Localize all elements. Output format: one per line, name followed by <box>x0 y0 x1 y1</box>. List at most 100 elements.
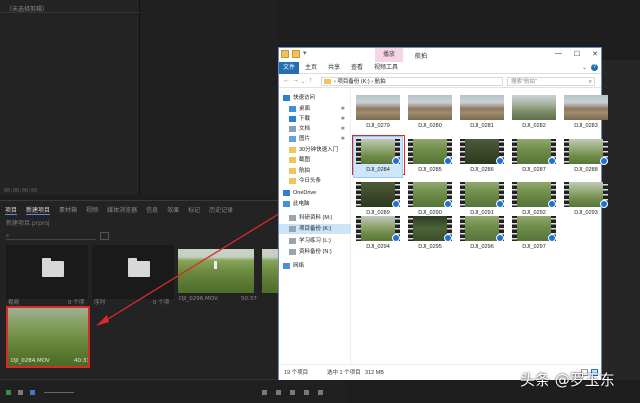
file-name: DJI_0296 <box>470 244 494 250</box>
media-player-icon <box>496 157 504 165</box>
media-player-icon <box>600 200 608 208</box>
path-segment-drive[interactable]: 项目备份 (K:) <box>337 79 369 85</box>
file-item[interactable]: DJI_0297 <box>510 214 558 254</box>
nav-item[interactable]: 30分钟快速入门 <box>279 145 351 155</box>
search-placeholder: 搜索"航拍" <box>511 79 537 85</box>
search-input[interactable]: 搜索"航拍" ⌕ <box>507 77 595 86</box>
file-item[interactable]: DJI_0296 <box>458 214 506 254</box>
media-player-icon <box>548 234 556 242</box>
nav-item[interactable]: 项目备份 (K:) <box>279 224 351 234</box>
nav-item[interactable]: 资料备份 (N:) <box>279 247 351 257</box>
file-name: DJI_0288 <box>574 167 598 173</box>
search-icon: ⌕ <box>588 79 592 85</box>
close-button[interactable]: ✕ <box>592 50 598 58</box>
nav-item[interactable]: 学习练习 (L:) <box>279 236 351 246</box>
status-selected: 选中 1 个项目 <box>327 370 361 376</box>
nav-item[interactable]: 图片 ✱ <box>279 134 351 144</box>
file-tab[interactable]: 文件 <box>279 62 299 74</box>
computer-icon <box>283 201 290 207</box>
file-item[interactable]: DJI_0295 <box>406 214 454 254</box>
file-name: DJI_0281 <box>470 123 494 129</box>
drive-icon <box>289 226 296 232</box>
download-icon <box>289 116 296 122</box>
nav-item[interactable]: 桌面 ✱ <box>279 104 351 114</box>
file-item[interactable]: DJI_0283 <box>562 93 610 133</box>
media-player-icon <box>496 200 504 208</box>
media-player-icon <box>392 234 400 242</box>
nav-item[interactable]: 航拍 <box>279 166 351 176</box>
file-name: DJI_0282 <box>522 123 546 129</box>
watermark: 头条 @罗玉东 <box>520 371 615 389</box>
file-item[interactable]: DJI_0293 <box>562 180 610 220</box>
media-player-icon <box>496 234 504 242</box>
file-item[interactable]: DJI_0281 <box>458 93 506 133</box>
file-item[interactable]: DJI_0279 <box>354 93 402 133</box>
image-thumbnail <box>356 95 400 120</box>
nav-item-label: 项目备份 (K:) <box>299 226 332 232</box>
file-name: DJI_0297 <box>522 244 546 250</box>
nav-item-label: 此电脑 <box>293 201 310 207</box>
file-name: DJI_0293 <box>574 210 598 216</box>
ribbon-tabs: 主页 共享 查看 视频工具 <box>305 62 398 74</box>
media-player-icon <box>444 234 452 242</box>
quick-access-toolbar: ▾ <box>281 50 309 58</box>
file-item[interactable]: DJI_0284 <box>353 136 403 178</box>
media-player-icon <box>548 157 556 165</box>
properties-icon[interactable] <box>292 50 300 58</box>
file-item[interactable]: DJI_0286 <box>458 137 506 177</box>
explorer-window: ▾ 播放 航拍 — ☐ ✕ 文件 主页 共享 查看 视频工具 ⌄ ? ← → ⌄… <box>278 47 608 380</box>
file-item[interactable]: DJI_0288 <box>562 137 610 177</box>
file-name: DJI_0280 <box>418 123 442 129</box>
back-icon[interactable]: ← <box>283 77 290 84</box>
document-icon <box>289 126 296 132</box>
minimize-button[interactable]: — <box>555 50 562 58</box>
media-player-icon <box>444 157 452 165</box>
file-item[interactable]: DJI_0294 <box>354 214 402 254</box>
dropdown-icon[interactable]: ▾ <box>303 50 309 58</box>
file-item[interactable]: DJI_0282 <box>510 93 558 133</box>
file-item[interactable]: DJI_0285 <box>406 137 454 177</box>
image-thumbnail <box>564 95 608 120</box>
nav-item[interactable]: 此电脑 <box>279 199 351 209</box>
expand-ribbon-icon[interactable]: ⌄ <box>582 64 587 71</box>
file-item[interactable]: DJI_0280 <box>406 93 454 133</box>
forward-icon[interactable]: → <box>292 77 299 84</box>
play-context-tab[interactable]: 播放 <box>375 48 403 62</box>
picture-icon <box>289 136 296 142</box>
file-item[interactable]: DJI_0287 <box>510 137 558 177</box>
nav-item-label: 资料备份 (N:) <box>299 249 332 255</box>
nav-item[interactable]: 网络 <box>279 261 351 271</box>
nav-item[interactable]: 快速访问 <box>279 93 351 103</box>
nav-item-label: OneDrive <box>293 190 317 196</box>
nav-item[interactable]: 下载 ✱ <box>279 114 351 124</box>
nav-item[interactable]: 截图 <box>279 155 351 165</box>
path-segment-folder[interactable]: 航拍 <box>375 79 386 85</box>
file-name: DJI_0283 <box>574 123 598 129</box>
file-name: DJI_0287 <box>522 167 546 173</box>
image-thumbnail <box>408 95 452 120</box>
nav-item[interactable]: 今日头条 <box>279 176 351 186</box>
up-icon[interactable]: ↑ <box>309 77 313 84</box>
address-bar[interactable]: › 项目备份 (K:) › 航拍 <box>321 77 503 86</box>
media-player-icon <box>600 157 608 165</box>
drive-icon <box>289 249 296 255</box>
maximize-button[interactable]: ☐ <box>574 50 580 58</box>
nav-item[interactable]: 文档 ✱ <box>279 124 351 134</box>
tab-home[interactable]: 主页 <box>305 62 317 74</box>
file-list: DJI_0279 DJI_0280 DJI_0281 DJI_0282 DJI_0283… <box>352 89 608 364</box>
file-name: DJI_0286 <box>470 167 494 173</box>
nav-item[interactable]: 科研资料 (M:) <box>279 213 351 223</box>
recent-dropdown-icon[interactable]: ⌄ <box>301 79 305 85</box>
network-icon <box>283 263 290 269</box>
address-bar-row: ← → ⌄ ↑ › 项目备份 (K:) › 航拍 搜索"航拍" ⌕ <box>279 75 601 88</box>
nav-item[interactable]: OneDrive <box>279 188 351 198</box>
help-icon[interactable]: ? <box>591 64 598 71</box>
star-icon <box>283 95 290 101</box>
title-bar: ▾ 播放 航拍 — ☐ ✕ <box>279 48 601 62</box>
tab-view[interactable]: 查看 <box>351 62 363 74</box>
pin-icon: ✱ <box>340 136 345 142</box>
nav-item-label: 30分钟快速入门 <box>299 147 339 153</box>
tab-share[interactable]: 共享 <box>328 62 340 74</box>
tab-video-tools[interactable]: 视频工具 <box>374 62 398 74</box>
status-item-count: 19 个项目 <box>284 370 309 376</box>
